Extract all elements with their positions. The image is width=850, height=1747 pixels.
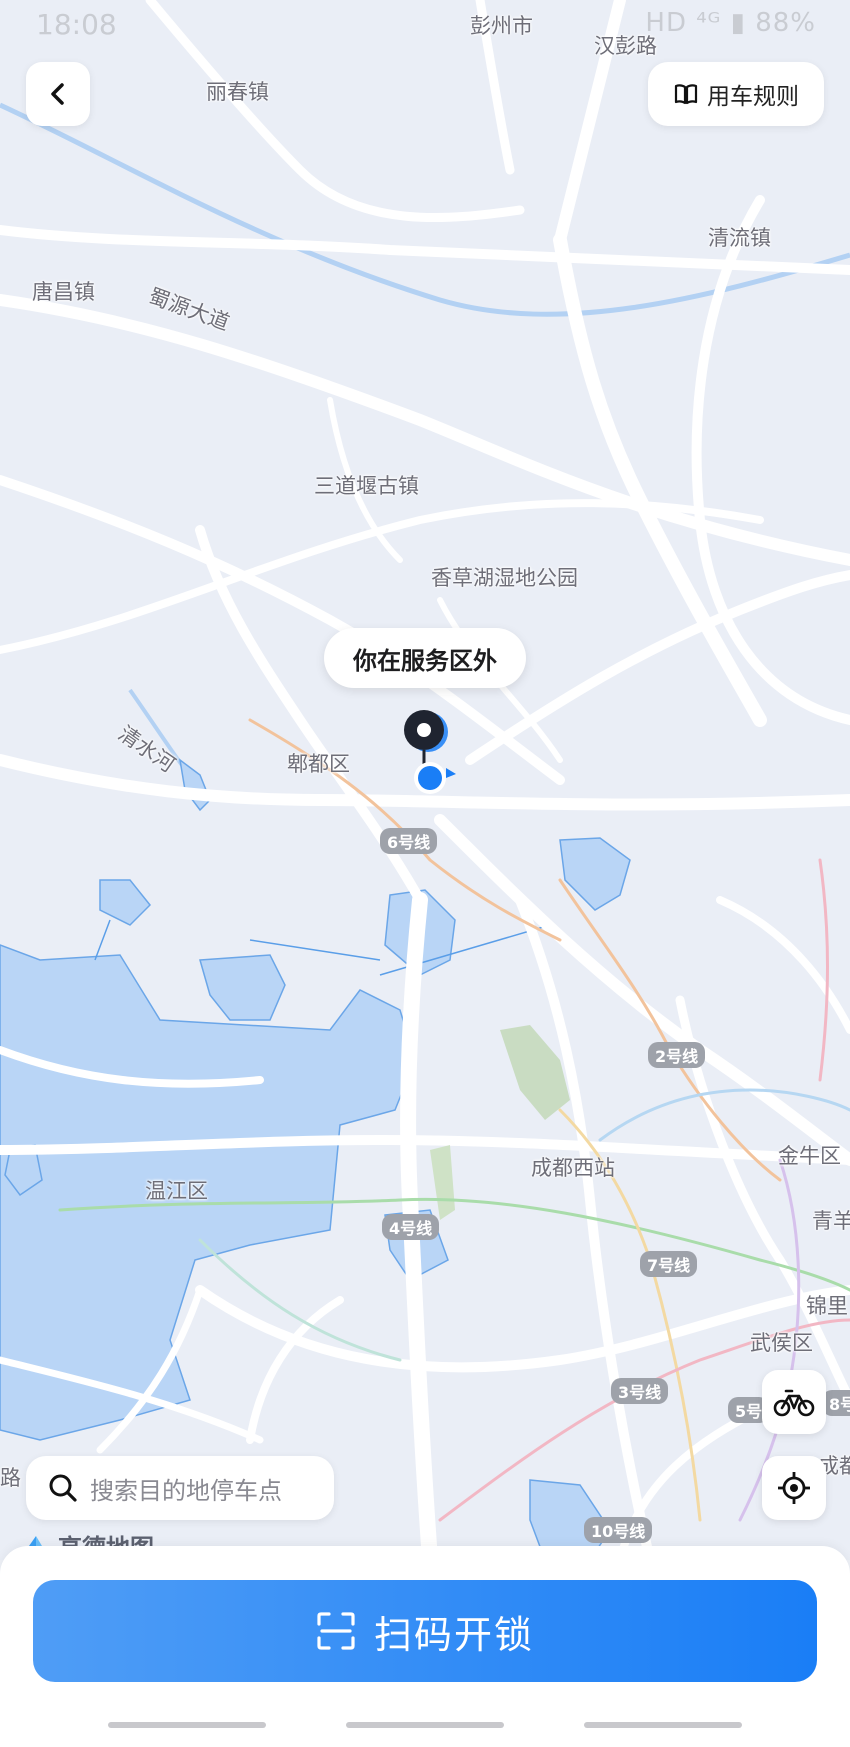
back-button[interactable] — [26, 62, 90, 126]
scan-unlock-button[interactable]: 扫码开锁 — [33, 1580, 817, 1682]
chevron-left-icon — [51, 83, 64, 105]
gesture-handle — [584, 1722, 742, 1728]
map-label-qingliu: 清流镇 — [708, 226, 771, 250]
map-label-qingyang: 青羊 — [812, 1209, 850, 1233]
bike-layer-button[interactable] — [762, 1370, 826, 1434]
status-bar: 18:08 HD ⁴ᴳ ▮ 88% — [0, 0, 850, 52]
metro-badge-line6: 6号线 — [380, 828, 438, 854]
map-label-jinniu: 金牛区 — [778, 1144, 841, 1168]
metro-badge-line4: 4号线 — [382, 1214, 440, 1240]
map-label-xiangcaohu: 香草湖湿地公园 — [431, 566, 578, 590]
map-label-chengdu-west: 成都西站 — [531, 1156, 615, 1180]
metro-badge-line3: 3号线 — [611, 1378, 669, 1404]
scan-icon — [317, 1612, 355, 1650]
metro-badge-line2: 2号线 — [648, 1042, 706, 1068]
ride-rules-button[interactable]: 用车规则 — [648, 62, 824, 126]
map-label-lichun: 丽春镇 — [206, 80, 269, 104]
search-parking-input[interactable]: 搜索目的地停车点 — [26, 1456, 334, 1520]
gesture-handle — [108, 1722, 266, 1728]
search-placeholder: 搜索目的地停车点 — [90, 1476, 282, 1505]
map-label-jinli: 锦里 — [806, 1294, 848, 1318]
gesture-handle — [346, 1722, 504, 1728]
service-area-tooltip: 你在服务区外 — [324, 628, 526, 688]
search-icon — [49, 1474, 77, 1502]
map-label-pidu: 郫都区 — [287, 752, 350, 776]
status-indicators: HD ⁴ᴳ ▮ 88% — [645, 8, 816, 38]
map-label-tangchang: 唐昌镇 — [32, 280, 95, 304]
map-label-wuhou: 武侯区 — [750, 1331, 813, 1355]
map-label-wenjiang: 温江区 — [145, 1179, 208, 1203]
locate-me-button[interactable] — [762, 1456, 826, 1520]
status-time: 18:08 — [36, 8, 117, 41]
metro-badge-line8: 8号 — [822, 1390, 850, 1416]
scan-unlock-label: 扫码开锁 — [373, 1612, 534, 1657]
ride-rules-label: 用车规则 — [707, 84, 799, 110]
map-label-lu: 路 — [0, 1466, 21, 1490]
gesture-bar — [0, 1722, 850, 1732]
location-pin-icon — [404, 710, 456, 794]
bicycle-icon — [773, 1389, 815, 1417]
metro-badge-line10: 10号线 — [584, 1517, 653, 1543]
metro-badge-line7: 7号线 — [640, 1251, 698, 1277]
bottom-sheet: 扫码开锁 — [0, 1546, 850, 1747]
book-icon — [674, 84, 698, 105]
map-label-sandaoyan: 三道堰古镇 — [314, 474, 419, 498]
service-area-tooltip-text: 你在服务区外 — [353, 646, 497, 675]
locate-icon — [778, 1472, 810, 1504]
